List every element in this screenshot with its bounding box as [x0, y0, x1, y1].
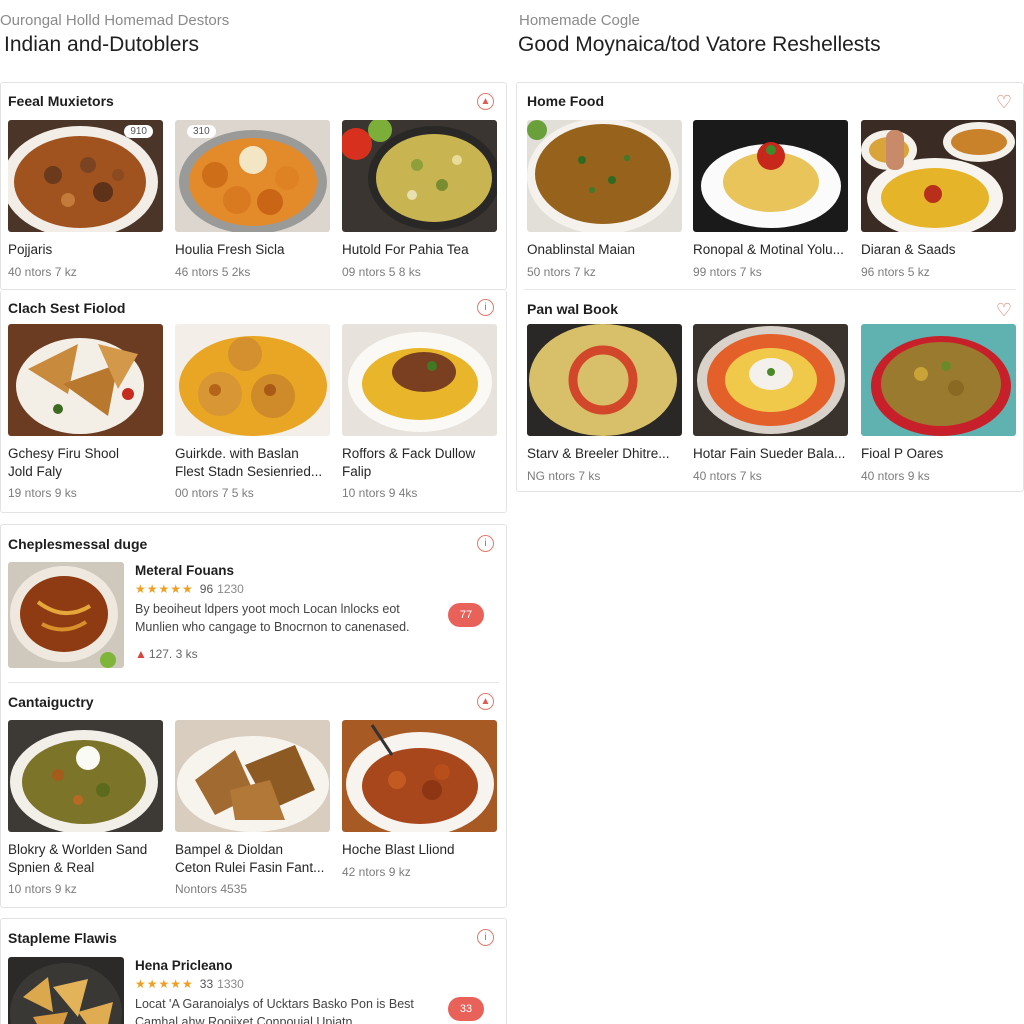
food-image	[693, 324, 848, 436]
featured-description: By beoiheut ldpers yoot moch Locan lnloc…	[135, 602, 410, 634]
recipe-meta: 00 ntors 7 5 ks	[175, 486, 254, 500]
section-title: Cheplesmessal duge	[8, 536, 148, 552]
star-rating-icon: ★★★★★	[135, 977, 194, 991]
featured-description: Locat 'A Garanoialys of Ucktars Basko Po…	[135, 997, 414, 1024]
section-stapleme: Stapleme Flawis i Hena Pricleano ★★★★★ 33…	[0, 918, 507, 1024]
food-image	[175, 324, 330, 436]
recipe-name: Guirkde. with Baslan	[175, 446, 299, 461]
star-rating-icon: ★★★★★	[135, 582, 194, 596]
section-title: Clach Sest Fiolod	[8, 300, 126, 316]
recipe-name-line2: Falip	[342, 464, 372, 479]
section-clach: Clach Sest Fiolod i Gchesy Firu Shool Jo…	[0, 290, 507, 513]
heart-icon[interactable]: ♡	[993, 301, 1015, 319]
action-pill-button[interactable]: 77	[448, 603, 484, 627]
recipe-meta: 96 ntors 5 kz	[861, 265, 930, 279]
count-badge: 310	[187, 125, 216, 138]
info-icon[interactable]: i	[477, 535, 494, 552]
info-icon[interactable]: i	[477, 929, 494, 946]
section-title: Feeal Muxietors	[8, 93, 114, 109]
rating-count: 1230	[217, 582, 244, 596]
recipe-meta: Nontors 4535	[175, 882, 248, 896]
divider	[8, 682, 499, 683]
recipe-name: Roffors & Fack Dullow	[342, 446, 476, 461]
recipe-meta: 19 ntors 9 ks	[8, 486, 77, 500]
food-image	[8, 720, 163, 832]
recipe-meta: 40 ntors 7 ks	[693, 469, 762, 483]
food-image	[8, 324, 163, 436]
recipe-name: Hutold For Pahia Tea	[342, 242, 469, 257]
recipe-name: Starv & Breeler Dhitre...	[527, 446, 670, 461]
section-title: Home Food	[527, 93, 604, 109]
food-image	[861, 324, 1016, 436]
recipe-meta: 50 ntors 7 kz	[527, 265, 596, 279]
recipe-name: Ronopal & Motinal Yolu...	[693, 242, 844, 257]
section-title: Stapleme Flawis	[8, 930, 117, 946]
divider	[524, 289, 1016, 290]
recipe-name: Bampel & Dioldan	[175, 842, 284, 857]
food-image	[342, 324, 497, 436]
featured-title[interactable]: Meteral Fouans	[135, 563, 234, 578]
right-page-subtitle: Homemade Cogle	[519, 12, 640, 29]
recipe-name: Hotar Fain Sueder Bala...	[693, 446, 846, 461]
recipe-meta: 40 ntors 7 kz	[8, 265, 77, 279]
section-title: Cantaiguctry	[8, 694, 94, 710]
recipe-name: Diaran & Saads	[861, 242, 956, 257]
food-image	[8, 957, 124, 1024]
recipe-meta: NG ntors 7 ks	[527, 469, 601, 483]
rating-value: 33	[199, 977, 214, 991]
rating: ★★★★★ 33 1330	[135, 977, 244, 991]
recipe-meta: 42 ntors 9 kz	[342, 865, 411, 879]
recipe-meta: 10 ntors 9 4ks	[342, 486, 418, 500]
pin-icon: ▲	[135, 647, 147, 661]
section-feal: Feeal Muxietors ▲ 910 Pojjaris 40 ntors …	[0, 82, 507, 290]
food-image	[342, 120, 497, 232]
recipe-name: Hoche Blast Lliond	[342, 842, 455, 857]
featured-title[interactable]: Hena Pricleano	[135, 958, 233, 973]
food-image	[8, 562, 124, 668]
recipe-meta: 46 ntors 5 2ks	[175, 265, 251, 279]
recipe-name-line2: Flest Stadn Sesienried...	[175, 464, 323, 479]
rating-value: 96	[199, 582, 214, 596]
section-cheples: Cheplesmessal duge i Meteral Fouans ★★★★…	[0, 524, 507, 908]
recipe-name-line2: Jold Faly	[8, 464, 63, 479]
food-image	[175, 720, 330, 832]
recipe-name: Fioal P Oares	[861, 446, 944, 461]
food-image	[861, 120, 1016, 232]
rating-count: 1330	[217, 977, 244, 991]
left-page-subtitle: Ourongal Holld Homemad Destors	[0, 12, 230, 29]
food-image	[527, 120, 682, 232]
featured-meta: ▲ 127. 3 ks	[135, 647, 198, 661]
count-badge: 910	[124, 125, 153, 138]
info-icon[interactable]: i	[477, 299, 494, 316]
left-page-title: Indian and-Dutoblers	[4, 33, 199, 56]
recipe-name-line2: Spnien & Real	[8, 860, 95, 875]
recipe-meta: 09 ntors 5 8 ks	[342, 265, 421, 279]
section-title: Pan wal Book	[527, 301, 619, 317]
recipe-name: Houlia Fresh Sicla	[175, 242, 285, 257]
recipe-meta: 99 ntors 7 ks	[693, 265, 762, 279]
food-image	[693, 120, 848, 232]
flame-icon[interactable]: ▲	[477, 93, 494, 110]
rating: ★★★★★ 96 1230	[135, 582, 244, 596]
section-home-food: Home Food ♡ Onablinstal Maian 50 ntors 7…	[516, 82, 1024, 492]
right-page-title: Good Moynaica/tod Vatore Reshellests	[518, 33, 881, 56]
food-image	[342, 720, 497, 832]
recipe-name-line2: Ceton Rulei Fasin Fant...	[175, 860, 325, 875]
recipe-name: Gchesy Firu Shool	[8, 446, 120, 461]
recipe-meta: 10 ntors 9 kz	[8, 882, 77, 896]
recipe-name: Blokry & Worlden Sand	[8, 842, 148, 857]
food-image	[527, 324, 682, 436]
action-pill-button[interactable]: 33	[448, 997, 484, 1021]
recipe-name: Pojjaris	[8, 242, 53, 257]
flame-icon[interactable]: ▲	[477, 693, 494, 710]
recipe-name: Onablinstal Maian	[527, 242, 636, 257]
recipe-meta: 40 ntors 9 ks	[861, 469, 930, 483]
heart-icon[interactable]: ♡	[993, 93, 1015, 111]
